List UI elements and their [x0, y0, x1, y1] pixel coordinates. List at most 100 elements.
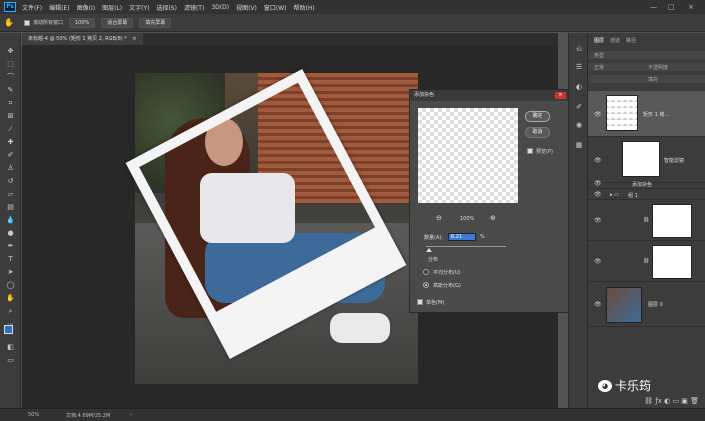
menu-window[interactable]: 窗口(W) — [264, 3, 287, 12]
move-tool-icon[interactable]: ✥ — [5, 47, 16, 56]
blend-mode-value: 正常 — [594, 65, 605, 71]
layer0-thumbnail — [606, 287, 642, 323]
options-bar: ✋ 滚动所有窗口 100% 适合屏幕 填充屏幕 — [0, 14, 705, 32]
layer-mask-thumbnail — [652, 204, 692, 238]
color-icon[interactable]: ◉ — [574, 121, 584, 129]
menu-image[interactable]: 图像(I) — [77, 3, 95, 12]
monochromatic-checkbox[interactable] — [417, 299, 423, 305]
fill-screen-button[interactable]: 填充屏幕 — [139, 17, 172, 28]
shape-tool-icon[interactable]: ◯ — [5, 281, 16, 290]
ok-button[interactable]: 确定 — [525, 111, 550, 122]
pen-tool-icon[interactable]: ✒ — [5, 242, 16, 251]
tab-layers[interactable]: 图层 — [594, 37, 604, 47]
status-arrow-icon[interactable]: › — [130, 412, 132, 418]
visibility-eye-icon[interactable]: 👁 — [594, 191, 602, 198]
menu-file[interactable]: 文件(F) — [22, 3, 42, 12]
dodge-tool-icon[interactable]: ● — [5, 229, 16, 238]
amount-slider-thumb[interactable] — [426, 248, 432, 252]
type-tool-icon[interactable]: T — [5, 255, 16, 264]
filter-row-add-noise[interactable]: 👁 添加杂色 — [588, 179, 705, 189]
document-tab[interactable]: 未标题-4 @ 50% (矩形 1 拷贝 2, RGB/8) * × — [22, 33, 143, 45]
zoom-out-icon[interactable]: ⊖ — [436, 214, 442, 222]
layers-panel: 图层 通道 路径 类型 正常 不透明度 填充 👁 矩形 1 拷... 👁 智能滤… — [588, 33, 705, 408]
layer-name: 图层 0 — [648, 302, 663, 308]
layer-row-masked-1[interactable]: 👁 ⛓ — [588, 201, 705, 241]
visibility-eye-icon[interactable]: 👁 — [594, 301, 602, 308]
panel-icon-strip: ⎌ ☰ ◐ ✐ ◉ ▦ — [568, 33, 588, 408]
history-icon[interactable]: ⎌ — [574, 45, 584, 53]
tab-channels[interactable]: 通道 — [610, 37, 620, 47]
layer-row-layer0[interactable]: 👁 图层 0 — [588, 283, 705, 327]
menu-3d[interactable]: 3D(D) — [211, 4, 229, 11]
add-noise-dialog: 添加杂色 × 确定 取消 预览(P) ⊖ 100% ⊕ 数量(A): 6.21 … — [409, 89, 569, 313]
quick-mask-icon[interactable]: ◧ — [5, 343, 16, 352]
frame-tool-icon[interactable]: ⊠ — [5, 112, 16, 121]
amount-input[interactable]: 6.21 — [448, 233, 476, 241]
amount-slider[interactable] — [426, 246, 506, 247]
folder-icon: ▸ ▭ — [610, 192, 619, 198]
layer-row-rect1-copy[interactable]: 👁 矩形 1 拷... — [588, 91, 705, 137]
panel-footer-icons[interactable]: ⛓ ƒx ◐ ▭ ▣ 🗑 — [588, 397, 705, 407]
properties-icon[interactable]: ☰ — [574, 63, 584, 71]
lasso-tool-icon[interactable]: ⌒ — [5, 73, 16, 82]
menu-select[interactable]: 选择(S) — [156, 3, 177, 12]
document-tab-close[interactable]: × — [132, 36, 136, 42]
uniform-radio[interactable] — [423, 269, 429, 275]
visibility-eye-icon[interactable]: 👁 — [594, 111, 602, 118]
watermark-text: 卡乐筠 — [615, 379, 652, 393]
scroll-all-checkbox[interactable] — [23, 19, 30, 26]
zoom-in-icon[interactable]: ⊕ — [490, 214, 496, 222]
quick-select-icon[interactable]: ✎ — [5, 86, 16, 95]
layer-kind-filter[interactable]: 类型 — [588, 51, 705, 59]
minimize-button[interactable]: — — [650, 3, 657, 11]
window-close-button[interactable]: × — [688, 3, 694, 11]
menu-layer[interactable]: 图层(L) — [102, 3, 122, 12]
uniform-label: 平均分布(U) — [433, 270, 461, 276]
healing-brush-icon[interactable]: ✚ — [5, 138, 16, 147]
marquee-tool-icon[interactable]: ⬚ — [5, 60, 16, 69]
gradient-tool-icon[interactable]: ▤ — [5, 203, 16, 212]
visibility-eye-icon[interactable]: 👁 — [594, 157, 602, 164]
visibility-eye-icon[interactable]: 👁 — [594, 180, 602, 187]
dialog-close-button[interactable]: × — [555, 92, 566, 99]
visibility-eye-icon[interactable]: 👁 — [594, 217, 602, 224]
menu-filter[interactable]: 滤镜(T) — [184, 3, 204, 12]
preview-checkbox[interactable] — [527, 148, 533, 154]
foreground-color-swatch[interactable] — [4, 325, 13, 334]
chain-link-icon: ⛓ — [643, 217, 650, 223]
visibility-eye-icon[interactable]: 👁 — [594, 258, 602, 265]
path-select-icon[interactable]: ➤ — [5, 268, 16, 277]
zoom-100-button[interactable]: 100% — [68, 17, 96, 28]
blur-tool-icon[interactable]: 💧 — [5, 216, 16, 225]
gaussian-radio[interactable] — [423, 282, 429, 288]
hand-icon[interactable]: ✋ — [5, 294, 16, 303]
scroll-all-label: 滚动所有窗口 — [32, 20, 63, 26]
maximize-button[interactable]: □ — [668, 3, 675, 11]
history-brush-icon[interactable]: ↺ — [5, 177, 16, 186]
layer-row-group[interactable]: 👁 ▸ ▭ 组 1 — [588, 190, 705, 200]
screen-mode-icon[interactable]: ▭ — [5, 356, 16, 365]
libraries-icon[interactable]: ▦ — [574, 141, 584, 149]
brush-tool-icon[interactable]: ✐ — [5, 151, 16, 160]
eyedropper-icon[interactable]: ⁄ — [5, 125, 16, 134]
clone-stamp-icon[interactable]: ♙ — [5, 164, 16, 173]
cancel-button[interactable]: 取消 — [525, 127, 550, 138]
zoom-tool-icon[interactable]: ⌕ — [5, 307, 16, 316]
layer-row-masked-2[interactable]: 👁 ⛓ — [588, 242, 705, 282]
menu-help[interactable]: 帮助(H) — [294, 3, 315, 12]
kind-filter-label: 类型 — [594, 53, 605, 59]
eraser-icon[interactable]: ▱ — [5, 190, 16, 199]
menu-view[interactable]: 视图(V) — [236, 3, 257, 12]
tab-paths[interactable]: 路径 — [626, 37, 636, 47]
status-zoom[interactable]: 50% — [28, 412, 39, 418]
adjustments-icon[interactable]: ◐ — [574, 83, 584, 91]
dialog-preview[interactable] — [418, 108, 518, 203]
crop-tool-icon[interactable]: ⌗ — [5, 99, 16, 108]
layer-row-smart-filters[interactable]: 👁 智能滤镜 — [588, 137, 705, 183]
fit-screen-button[interactable]: 适合屏幕 — [101, 17, 134, 28]
brush-settings-icon[interactable]: ✐ — [574, 103, 584, 111]
smart-filters-label: 智能滤镜 — [664, 158, 685, 164]
blend-mode-select[interactable]: 正常 不透明度 — [588, 63, 705, 71]
menu-type[interactable]: 文字(Y) — [129, 3, 149, 12]
menu-edit[interactable]: 编辑(E) — [49, 3, 69, 12]
